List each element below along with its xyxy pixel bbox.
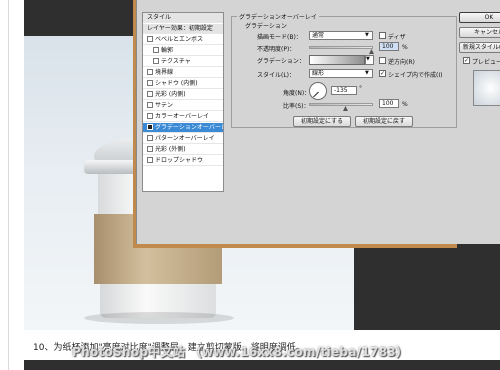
scale-value: 100 bbox=[382, 100, 394, 107]
styles-list-item-label: カラーオーバーレイ bbox=[155, 113, 209, 120]
page-left-rule bbox=[8, 0, 9, 370]
gradient-swatch[interactable] bbox=[309, 55, 365, 65]
style-label: スタイル(L)： bbox=[257, 72, 296, 79]
style-checkbox[interactable] bbox=[147, 157, 153, 163]
check-mark-icon: ✓ bbox=[380, 70, 386, 77]
styles-list-item[interactable]: ドロップシャドウ bbox=[143, 156, 223, 166]
styles-list-item[interactable]: ベベルとエンボス bbox=[143, 35, 223, 45]
style-checkbox[interactable] bbox=[147, 80, 153, 86]
styles-list-item-label: サテン bbox=[155, 102, 174, 109]
styles-list-item[interactable]: 境界線 bbox=[143, 68, 223, 78]
styles-list-item[interactable]: スタイル bbox=[143, 13, 223, 23]
style-checkbox[interactable] bbox=[147, 135, 153, 141]
style-checkbox[interactable] bbox=[147, 91, 153, 97]
style-checkbox[interactable] bbox=[153, 47, 159, 53]
tutorial-screenshot: スタイルレイヤー効果：初期設定 ベベルとエンボス輪郭テクスチャ境界線シャドウ (内… bbox=[24, 0, 500, 330]
scale-input[interactable]: 100 bbox=[379, 99, 399, 108]
ok-button[interactable]: OK bbox=[459, 12, 500, 23]
styles-list-item-label: シャドウ (内側) bbox=[155, 80, 198, 87]
angle-input[interactable]: -135 bbox=[331, 86, 357, 95]
scale-unit: % bbox=[402, 101, 408, 108]
preview-checkbox[interactable]: ✓ bbox=[463, 57, 470, 64]
styles-list-item-label: ベベルとエンボス bbox=[155, 36, 204, 43]
styles-list-item-label: 光彩 (内側) bbox=[155, 91, 186, 98]
styles-list-item-label: グラデーションオーバーレイ bbox=[155, 124, 223, 131]
styles-list-item[interactable]: カラーオーバーレイ bbox=[143, 112, 223, 122]
opacity-slider[interactable] bbox=[309, 46, 373, 49]
styles-list-item-label: 輪郭 bbox=[161, 47, 174, 54]
styles-list-item-label: 光彩 (外側) bbox=[155, 146, 186, 153]
styles-list-item-label: レイヤー効果：初期設定 bbox=[147, 25, 213, 32]
new-style-button[interactable]: 新規スタイル(W)... bbox=[459, 42, 500, 53]
angle-dial-needle bbox=[313, 91, 319, 98]
styles-list-item-label: ドロップシャドウ bbox=[155, 157, 204, 164]
styles-list-item[interactable]: 輪郭 bbox=[143, 46, 223, 56]
angle-dial[interactable] bbox=[309, 82, 327, 100]
styles-list-item[interactable]: 光彩 (内側) bbox=[143, 90, 223, 100]
dither-checkbox[interactable] bbox=[379, 32, 386, 39]
styles-list-item[interactable]: 光彩 (外側) bbox=[143, 145, 223, 155]
styles-list-item-label: 境界線 bbox=[155, 69, 174, 76]
align-with-layer-checkbox[interactable]: ✓ bbox=[379, 70, 386, 77]
style-checkbox[interactable] bbox=[147, 36, 153, 42]
site-watermark: PhotoShop中文站 （www.16xx8.com/tieba/1783） bbox=[72, 345, 409, 359]
opacity-label: 不透明度(P)： bbox=[257, 46, 296, 53]
style-checkbox[interactable] bbox=[147, 146, 153, 152]
style-checkbox[interactable] bbox=[147, 102, 153, 108]
gradient-dropdown-button[interactable]: ▼ bbox=[365, 55, 374, 65]
chevron-down-icon: ▼ bbox=[366, 56, 370, 62]
chevron-down-icon: ▼ bbox=[365, 32, 369, 38]
style-select[interactable]: 線形 ▼ bbox=[309, 69, 373, 78]
check-mark-icon: ✓ bbox=[464, 57, 470, 64]
gradient-subgroup-title: グラデーション bbox=[243, 21, 289, 30]
style-checkbox[interactable] bbox=[147, 69, 153, 75]
styles-list-item[interactable]: シャドウ (内側) bbox=[143, 79, 223, 89]
opacity-value: 100 bbox=[382, 43, 394, 50]
reverse-checkbox[interactable] bbox=[379, 57, 386, 64]
styles-list-item[interactable]: サテン bbox=[143, 101, 223, 111]
cup-shadow bbox=[84, 312, 234, 324]
styles-list-item-label: テクスチャ bbox=[161, 58, 191, 65]
styles-list-item[interactable]: パターンオーバーレイ bbox=[143, 134, 223, 144]
blend-mode-select[interactable]: 通常 ▼ bbox=[309, 31, 373, 40]
opacity-unit: % bbox=[402, 44, 408, 51]
styles-list-item[interactable]: グラデーションオーバーレイ bbox=[143, 123, 223, 133]
style-checkbox[interactable] bbox=[147, 113, 153, 119]
angle-label: 角度(N)： bbox=[283, 90, 311, 97]
reset-to-default-button[interactable]: 初期設定に戻す bbox=[355, 116, 413, 127]
dither-label: ディザ bbox=[388, 34, 406, 41]
styles-list-item[interactable]: レイヤー効果：初期設定 bbox=[143, 24, 223, 34]
opacity-input[interactable]: 100 bbox=[379, 42, 399, 51]
make-default-button[interactable]: 初期設定にする bbox=[293, 116, 351, 127]
cancel-button[interactable]: キャンセル bbox=[459, 27, 500, 38]
gradient-label: グラデーション： bbox=[257, 58, 305, 65]
gradient-overlay-title: グラデーションオーバーレイ bbox=[237, 12, 319, 21]
styles-list-item[interactable]: テクスチャ bbox=[143, 57, 223, 67]
layer-style-dialog: スタイルレイヤー効果：初期設定 ベベルとエンボス輪郭テクスチャ境界線シャドウ (内… bbox=[136, 0, 500, 244]
align-with-layer-label: シェイプ内で作成(I) bbox=[388, 72, 443, 79]
next-screenshot-top bbox=[24, 360, 500, 370]
styles-list: スタイルレイヤー効果：初期設定 ベベルとエンボス輪郭テクスチャ境界線シャドウ (内… bbox=[142, 12, 224, 192]
style-checkbox[interactable] bbox=[153, 58, 159, 64]
angle-unit: ° bbox=[359, 85, 362, 92]
blend-mode-label: 描画モード(B)： bbox=[257, 34, 302, 41]
style-checkbox[interactable] bbox=[147, 124, 153, 130]
scale-label: 比率(S)： bbox=[283, 103, 310, 110]
blend-mode-value: 通常 bbox=[312, 32, 325, 39]
scale-slider[interactable] bbox=[309, 103, 373, 106]
angle-value: -135 bbox=[334, 87, 348, 94]
preview-label: プレビュー(V) bbox=[472, 59, 500, 66]
reverse-label: 逆方向(R) bbox=[388, 59, 415, 66]
chevron-down-icon: ▼ bbox=[365, 70, 369, 76]
styles-list-item-label: スタイル bbox=[147, 14, 172, 21]
styles-list-item-label: パターンオーバーレイ bbox=[155, 135, 215, 142]
style-value: 線形 bbox=[312, 70, 325, 77]
style-preview-thumbnail bbox=[473, 70, 500, 106]
